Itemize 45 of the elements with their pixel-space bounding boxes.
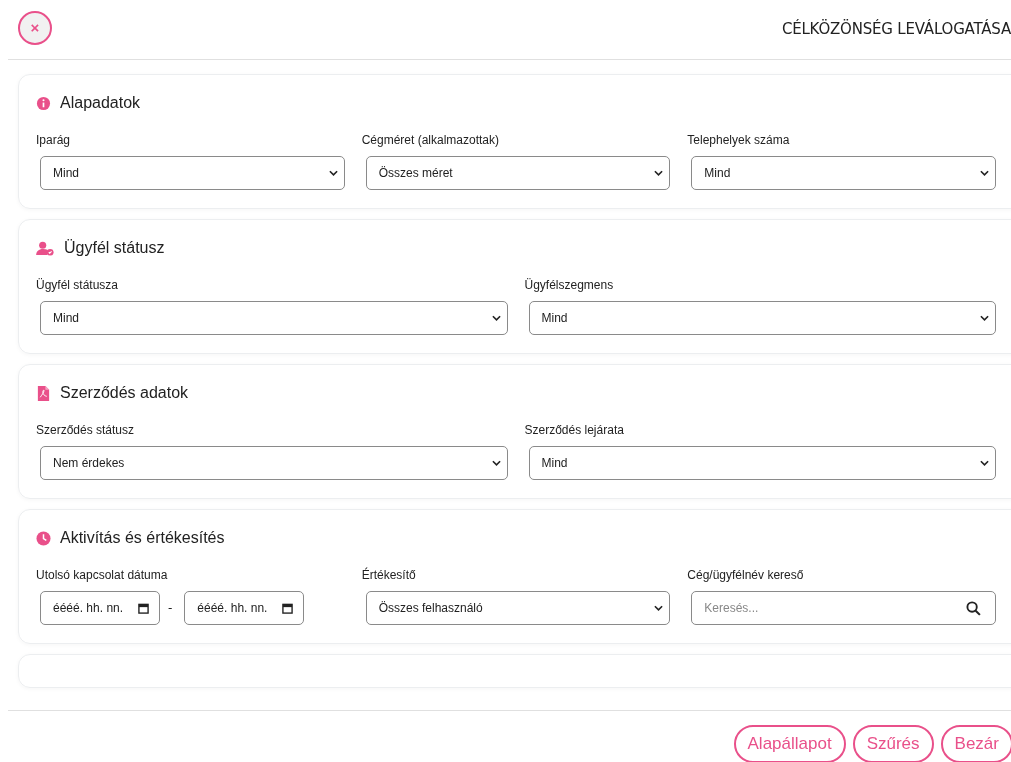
info-icon xyxy=(36,95,51,111)
date-field[interactable]: éééé. hh. nn. xyxy=(40,591,160,625)
field-label: Utolsó kapcsolat dátuma xyxy=(36,568,169,582)
footer-button[interactable]: Szűrés xyxy=(852,725,934,762)
field-label: Ügyfélszegmens xyxy=(524,278,615,292)
chevron-down-icon xyxy=(980,170,989,176)
section-title: Ügyfél státusz xyxy=(64,239,165,257)
select-dropdown[interactable]: Mind xyxy=(40,301,508,335)
section-title: Aktivítás és értékesítés xyxy=(60,529,225,547)
select-dropdown[interactable]: Mind xyxy=(40,156,345,190)
field-label: Ügyfél státusza xyxy=(36,278,120,292)
chevron-down-icon xyxy=(654,170,664,176)
chevron-down-icon xyxy=(491,315,501,321)
select-dropdown[interactable]: Mind xyxy=(528,446,996,480)
date-field[interactable]: éééé. hh. nn. xyxy=(184,591,305,625)
search-field[interactable]: Keresés... xyxy=(691,591,996,625)
user-icon xyxy=(36,240,55,256)
footer-button[interactable]: Alapállapot xyxy=(733,725,846,762)
chevron-down-icon xyxy=(328,170,338,176)
select-dropdown[interactable]: Összes felhasználó xyxy=(365,591,671,625)
section-title: Alapadatok xyxy=(60,94,141,112)
chevron-down-icon xyxy=(654,605,664,611)
search-icon xyxy=(966,600,981,616)
footer-button[interactable]: Bezár xyxy=(940,725,1011,762)
chevron-down-icon xyxy=(491,460,501,466)
select-dropdown[interactable]: Nem érdekes xyxy=(40,446,508,480)
select-dropdown[interactable]: Összes méret xyxy=(365,156,671,190)
field-label: Telephelyek száma xyxy=(687,133,791,147)
calendar-icon xyxy=(138,602,149,614)
range-separator: - xyxy=(168,601,173,615)
select-dropdown[interactable]: Mind xyxy=(528,301,996,335)
clock-icon xyxy=(36,530,51,546)
field-label: Cégméret (alkalmazottak) xyxy=(361,133,501,147)
field-label: Értékesítő xyxy=(361,568,417,582)
chevron-down-icon xyxy=(980,460,989,466)
calendar-icon xyxy=(282,602,294,614)
field-label: Szerződés lejárata xyxy=(524,423,625,437)
field-label: Szerződés státusz xyxy=(36,423,136,437)
document-icon xyxy=(36,385,51,401)
chevron-down-icon xyxy=(980,315,989,321)
field-label: Cég/ügyfélnév kereső xyxy=(687,568,805,582)
field-label: Iparág xyxy=(36,133,72,147)
section-title: Szerződés adatok xyxy=(60,384,189,402)
dialog-title: CÉLKÖZÖNSÉG LEVÁLOGATÁSA xyxy=(781,19,1011,38)
select-dropdown[interactable]: Mind xyxy=(691,156,996,190)
